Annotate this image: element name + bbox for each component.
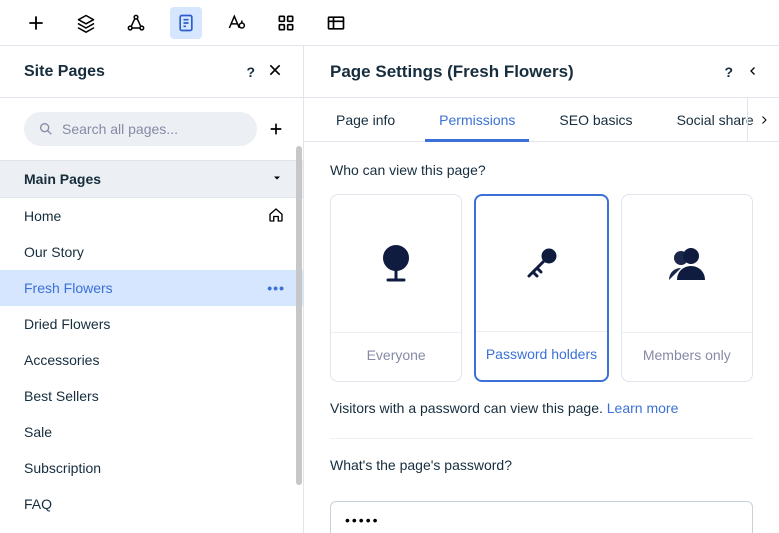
option-label: Members only xyxy=(622,332,752,363)
page-item-subscription[interactable]: Subscription xyxy=(0,450,303,486)
tool-layers[interactable] xyxy=(70,7,102,39)
close-icon[interactable] xyxy=(267,62,283,81)
tool-table[interactable] xyxy=(320,7,352,39)
page-item-fresh-flowers[interactable]: Fresh Flowers ••• xyxy=(0,270,303,306)
page-item-label: Our Story xyxy=(24,244,84,260)
panel-title: Page Settings (Fresh Flowers) xyxy=(330,62,574,82)
tab-seo-basics[interactable]: SEO basics xyxy=(537,98,654,141)
password-question: What's the page's password? xyxy=(330,457,753,473)
page-settings-panel: Page Settings (Fresh Flowers) ? Page inf… xyxy=(304,46,779,533)
panel-header: Page Settings (Fresh Flowers) ? xyxy=(304,46,779,98)
description-text: Visitors with a password can view this p… xyxy=(330,400,607,416)
more-icon[interactable]: ••• xyxy=(267,280,285,296)
scrollbar[interactable] xyxy=(295,146,303,523)
search-row xyxy=(0,98,303,160)
tool-page[interactable] xyxy=(170,7,202,39)
main-pages-label: Main Pages xyxy=(24,171,101,187)
divider xyxy=(330,438,753,439)
option-label: Everyone xyxy=(331,332,461,363)
page-item-sale[interactable]: Sale xyxy=(0,414,303,450)
page-item-label: Dried Flowers xyxy=(24,316,110,332)
tabs-scroll-right[interactable] xyxy=(747,98,779,141)
page-item-label: Sale xyxy=(24,424,52,440)
home-icon xyxy=(267,206,285,227)
page-item-accessories[interactable]: Accessories xyxy=(0,342,303,378)
tool-share-nodes[interactable] xyxy=(120,7,152,39)
search-input[interactable] xyxy=(62,121,243,137)
learn-more-link[interactable]: Learn more xyxy=(607,400,679,416)
sidebar-title: Site Pages xyxy=(24,63,105,81)
who-can-view-label: Who can view this page? xyxy=(330,162,753,178)
main-pages-header[interactable]: Main Pages xyxy=(0,160,303,198)
search-box[interactable] xyxy=(24,112,257,146)
search-icon xyxy=(38,121,54,137)
members-icon xyxy=(622,195,752,332)
add-page-button[interactable] xyxy=(267,118,285,140)
settings-tabs: Page infoPermissionsSEO basicsSocial sha… xyxy=(304,98,779,142)
option-label: Password holders xyxy=(476,331,606,362)
sidebar-header: Site Pages ? xyxy=(0,46,303,98)
globe-icon xyxy=(331,195,461,332)
password-input[interactable] xyxy=(330,501,753,533)
tab-permissions[interactable]: Permissions xyxy=(417,98,537,141)
page-item-best-sellers[interactable]: Best Sellers xyxy=(0,378,303,414)
chevron-down-icon xyxy=(271,171,283,187)
page-item-label: Accessories xyxy=(24,352,99,368)
page-item-label: Best Sellers xyxy=(24,388,99,404)
panel-body: Who can view this page? Everyone Password… xyxy=(304,142,779,533)
option-members-only[interactable]: Members only xyxy=(621,194,753,382)
page-item-our-story[interactable]: Our Story xyxy=(0,234,303,270)
permission-description: Visitors with a password can view this p… xyxy=(330,400,753,416)
tool-apps[interactable] xyxy=(270,7,302,39)
page-item-label: Fresh Flowers xyxy=(24,280,113,296)
collapse-icon[interactable] xyxy=(747,64,759,80)
page-item-label: Home xyxy=(24,208,61,224)
page-item-home[interactable]: Home xyxy=(0,198,303,234)
help-icon[interactable]: ? xyxy=(724,64,733,80)
site-pages-sidebar: Site Pages ? Main Pages HomeOur Stor xyxy=(0,46,304,533)
page-item-label: FAQ xyxy=(24,496,52,512)
permission-options: Everyone Password holders Members only xyxy=(330,194,753,382)
page-item-faq[interactable]: FAQ xyxy=(0,486,303,522)
pages-list: Home Our Story Fresh Flowers ••• Dried Flowe… xyxy=(0,198,303,533)
option-everyone[interactable]: Everyone xyxy=(330,194,462,382)
tool-text-style[interactable] xyxy=(220,7,252,39)
tab-page-info[interactable]: Page info xyxy=(314,98,417,141)
page-item-label: Subscription xyxy=(24,460,101,476)
top-toolbar xyxy=(0,0,779,46)
page-item-dried-flowers[interactable]: Dried Flowers xyxy=(0,306,303,342)
option-password-holders[interactable]: Password holders xyxy=(474,194,608,382)
key-icon xyxy=(476,196,606,331)
tool-plus[interactable] xyxy=(20,7,52,39)
help-icon[interactable]: ? xyxy=(246,64,255,80)
